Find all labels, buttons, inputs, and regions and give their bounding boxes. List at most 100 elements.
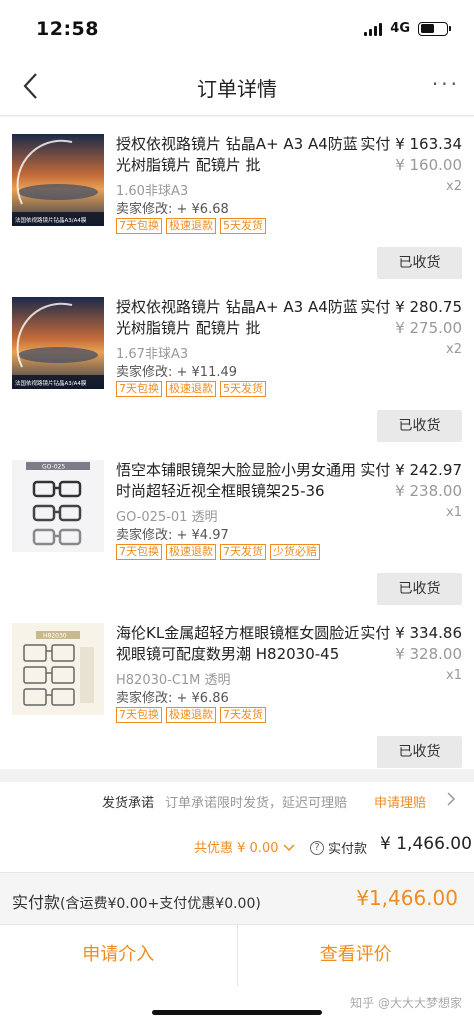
watermark: 知乎 @大大大梦想家 [350, 996, 462, 1010]
paid-price-label: 实付 [360, 624, 391, 642]
quantity: x2 [446, 342, 462, 357]
discount-text: 共优惠 ¥ 0.00 [194, 841, 279, 856]
paid-price-label: 实付 [360, 461, 391, 479]
service-tag: 7天发货 [220, 544, 266, 560]
paid-price-label: 实付 [360, 298, 391, 316]
action-bar: 申请介入 查看评价 [0, 924, 474, 986]
home-indicator[interactable] [152, 1010, 322, 1015]
more-icon[interactable]: ··· [432, 72, 460, 96]
status-time: 12:58 [36, 18, 99, 40]
paid-price-value: ¥ 163.34 [395, 135, 462, 153]
service-tag: 极速退款 [166, 218, 216, 234]
chevron-down-icon [283, 844, 295, 852]
total-bar: 实付款(含运费¥0.00+支付优惠¥0.00) ¥1,466.00 [0, 872, 474, 924]
discount-toggle[interactable]: 共优惠 ¥ 0.00 [194, 837, 295, 856]
claim-link[interactable]: 申请理赔 [374, 792, 426, 811]
product-thumbnail[interactable]: 法国依视路镜片钻晶A3/A4膜 [12, 134, 104, 226]
received-button[interactable]: 已收货 [377, 573, 462, 605]
thumb-caption: H82030 [43, 633, 67, 640]
frame-product-image: GO-025 [12, 460, 104, 552]
paid-price: 实付 ¥ 280.75 [360, 297, 462, 318]
thumb-caption: 法国依视路镜片钻晶A3/A4膜 [15, 379, 87, 387]
service-tag: 极速退款 [166, 707, 216, 723]
lens-product-image: 法国依视路镜片钻晶A3/A4膜 [12, 297, 104, 389]
seller-adjustment: 卖家修改: + ¥11.49 [116, 365, 238, 380]
service-tag: 5天发货 [220, 381, 266, 397]
order-summary: 共优惠 ¥ 0.00 ? 实付款 ¥ 1,466.00 [0, 820, 474, 872]
service-tags: 7天包换 极速退款 5天发货 [116, 381, 266, 397]
quantity: x1 [446, 505, 462, 520]
frame-product-image: H82030 [12, 623, 104, 715]
total-label-wrap: 实付款(含运费¥0.00+支付优惠¥0.00) [12, 889, 261, 913]
total-detail: (含运费¥0.00+支付优惠¥0.00) [60, 896, 261, 912]
order-item[interactable]: GO-025 悟空本铺眼镜架大脸显脸小男女通用时尚超轻近视全框眼镜架25-36 … [0, 443, 474, 606]
product-name[interactable]: 授权依视路镜片 钻晶A+ A3 A4防蓝光树脂镜片 配镜片 批 [116, 297, 368, 339]
help-icon[interactable]: ? [310, 840, 324, 855]
paid-price: 实付 ¥ 242.97 [360, 460, 462, 481]
received-button[interactable]: 已收货 [377, 736, 462, 768]
promise-desc: 订单承诺限时发货，延迟可理赔 [165, 796, 348, 811]
delivery-promise: 发货承诺 订单承诺限时发货，延迟可理赔 申请理赔 [0, 782, 474, 820]
battery-icon [418, 21, 451, 36]
service-tags: 7天包换 极速退款 5天发货 [116, 218, 266, 234]
paid-price-value: ¥ 280.75 [395, 298, 462, 316]
paid-label: 实付款 [328, 842, 368, 857]
service-tag: 7天包换 [116, 218, 162, 234]
total-amount: ¥1,466.00 [356, 886, 458, 910]
seller-adjustment: 卖家修改: + ¥4.97 [116, 528, 229, 543]
service-tag: 少货必赔 [270, 544, 320, 560]
service-tag: 7天包换 [116, 544, 162, 560]
quantity: x2 [446, 179, 462, 194]
lens-product-image: 法国依视路镜片钻晶A3/A4膜 [12, 134, 104, 226]
service-tag: 极速退款 [166, 544, 216, 560]
product-thumbnail[interactable]: H82030 [12, 623, 104, 715]
service-tag: 极速退款 [166, 381, 216, 397]
network-label: 4G [390, 21, 410, 36]
order-item[interactable]: 法国依视路镜片钻晶A3/A4膜 授权依视路镜片 钻晶A+ A3 A4防蓝光树脂镜… [0, 117, 474, 280]
thumb-caption: GO-025 [42, 464, 65, 471]
service-tags: 7天包换 极速退款 7天发货 少货必赔 [116, 544, 320, 560]
promise-label: 发货承诺 [102, 796, 155, 811]
original-price: ¥ 275.00 [395, 319, 462, 337]
seller-adjustment: 卖家修改: + ¥6.68 [116, 202, 229, 217]
seller-adjustment: 卖家修改: + ¥6.86 [116, 691, 229, 706]
service-tag: 7天包换 [116, 707, 162, 723]
product-thumbnail[interactable]: GO-025 [12, 460, 104, 552]
view-review-button[interactable]: 查看评价 [236, 925, 474, 986]
original-price: ¥ 160.00 [395, 156, 462, 174]
product-name[interactable]: 授权依视路镜片 钻晶A+ A3 A4防蓝光树脂镜片 配镜片 批 [116, 134, 368, 176]
thumb-caption: 法国依视路镜片钻晶A3/A4膜 [15, 216, 87, 224]
paid-price-value: ¥ 334.86 [395, 624, 462, 642]
sku-spec: GO-025-01 透明 [116, 510, 218, 525]
original-price: ¥ 328.00 [395, 645, 462, 663]
service-tag: 7天发货 [220, 707, 266, 723]
product-name[interactable]: 海伦KL金属超轻方框眼镜框女圆脸近视眼镜可配度数男潮 H82030-45 [116, 623, 368, 665]
received-button[interactable]: 已收货 [377, 247, 462, 279]
chevron-right-icon[interactable] [446, 791, 456, 807]
product-name[interactable]: 悟空本铺眼镜架大脸显脸小男女通用时尚超轻近视全框眼镜架25-36 [116, 460, 368, 502]
paid-price: 实付 ¥ 334.86 [360, 623, 462, 644]
sku-spec: 1.60非球A3 [116, 184, 189, 199]
sku-spec: H82030-C1M 透明 [116, 673, 231, 688]
paid-price: 实付 ¥ 163.34 [360, 134, 462, 155]
signal-icon [364, 22, 383, 36]
apply-intervene-button[interactable]: 申请介入 [0, 925, 237, 986]
order-item[interactable]: H82030 海伦KL金属超轻方框眼镜框女圆脸近视眼镜可配度数男潮 H82030… [0, 606, 474, 769]
page-title: 订单详情 [197, 77, 277, 101]
order-item-list: 法国依视路镜片钻晶A3/A4膜 授权依视路镜片 钻晶A+ A3 A4防蓝光树脂镜… [0, 117, 474, 769]
service-tag: 7天包换 [116, 381, 162, 397]
status-bar: 12:58 4G [0, 0, 474, 56]
bottom-area: 知乎 @大大大梦想家 [0, 986, 474, 1025]
paid-price-label: 实付 [360, 135, 391, 153]
original-price: ¥ 238.00 [395, 482, 462, 500]
order-item[interactable]: 法国依视路镜片钻晶A3/A4膜 授权依视路镜片 钻晶A+ A3 A4防蓝光树脂镜… [0, 280, 474, 443]
product-thumbnail[interactable]: 法国依视路镜片钻晶A3/A4膜 [12, 297, 104, 389]
received-button[interactable]: 已收货 [377, 410, 462, 442]
paid-label-wrap: ? 实付款 [310, 838, 367, 857]
paid-price-value: ¥ 242.97 [395, 461, 462, 479]
sku-spec: 1.67非球A3 [116, 347, 189, 362]
nav-bar: 订单详情 ··· [0, 56, 474, 116]
total-label: 实付款 [12, 893, 61, 912]
paid-amount: ¥ 1,466.00 [380, 834, 472, 854]
service-tags: 7天包换 极速退款 7天发货 [116, 707, 266, 723]
